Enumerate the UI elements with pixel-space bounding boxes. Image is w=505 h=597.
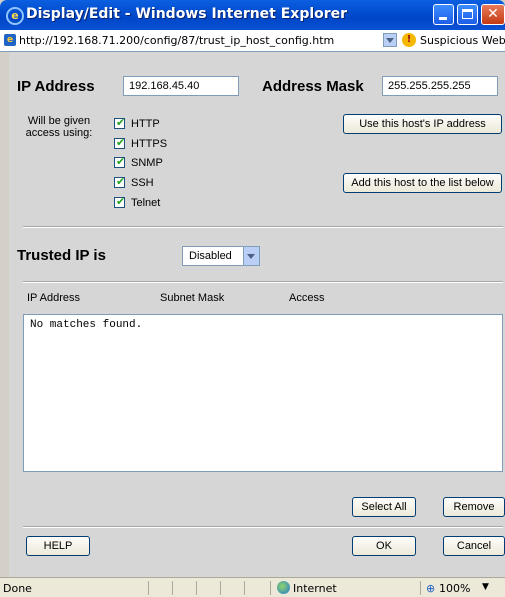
address-bar: e http://192.168.71.200/config/87/trust_… (0, 30, 505, 52)
telnet-label: Telnet (131, 197, 161, 209)
select-all-button[interactable]: Select All (352, 497, 416, 517)
access-label: Will be given access using: (25, 115, 93, 139)
address-dropdown-button[interactable] (383, 33, 397, 47)
snmp-checkbox[interactable]: ✔ (114, 155, 126, 168)
zoom-dropdown-icon[interactable]: ▼ (482, 582, 489, 592)
ie-logo-icon: e (6, 7, 24, 25)
checkmark-icon: ✔ (116, 155, 126, 168)
close-icon: ✕ (487, 6, 499, 22)
trusted-ip-list[interactable]: No matches found. (23, 314, 503, 472)
use-host-ip-button[interactable]: Use this host's IP address (343, 114, 502, 134)
ssh-checkbox[interactable]: ✔ (114, 175, 126, 188)
status-divider (148, 581, 149, 595)
warning-shield-icon[interactable]: ! (402, 33, 416, 47)
status-divider (196, 581, 197, 595)
ssh-label: SSH (131, 177, 154, 189)
https-label: HTTPS (131, 138, 168, 150)
https-checkbox[interactable]: ✔ (114, 136, 126, 149)
security-status[interactable]: Suspicious Website (420, 34, 505, 47)
title-bar: e Display/Edit - Windows Internet Explor… (0, 0, 505, 30)
zoom-icon[interactable]: ⊕ (426, 582, 435, 595)
internet-zone-icon (277, 581, 290, 594)
status-divider (172, 581, 173, 595)
ip-address-label: IP Address (17, 78, 95, 95)
checkmark-icon: ✔ (116, 116, 126, 129)
status-divider (220, 581, 221, 595)
empty-list-message: No matches found. (30, 319, 143, 331)
dialog-content: IP Address 192.168.45.40 Address Mask 25… (9, 52, 505, 577)
maximize-button[interactable] (457, 4, 478, 25)
status-text: Done (3, 582, 32, 595)
trusted-ip-value: Disabled (189, 250, 232, 262)
http-checkbox[interactable]: ✔ (114, 116, 126, 129)
http-label: HTTP (131, 118, 160, 130)
checkmark-icon: ✔ (116, 175, 126, 188)
cancel-button[interactable]: Cancel (443, 536, 505, 556)
maximize-icon (462, 9, 473, 19)
status-divider (244, 581, 245, 595)
column-header-subnet-mask[interactable]: Subnet Mask (160, 292, 224, 304)
select-dropdown-button[interactable] (243, 247, 259, 265)
url-text[interactable]: http://192.168.71.200/config/87/trust_ip… (19, 34, 334, 47)
checkmark-icon: ✔ (116, 136, 126, 149)
telnet-checkbox[interactable]: ✔ (114, 195, 126, 208)
status-bar: Done Internet ⊕ 100% ▼ (0, 577, 505, 597)
minimize-button[interactable] (433, 4, 454, 25)
section-divider (23, 226, 503, 228)
address-mask-field[interactable]: 255.255.255.255 (382, 76, 498, 96)
section-divider (23, 526, 503, 528)
status-divider (420, 581, 421, 595)
minimize-icon (439, 17, 447, 20)
page-icon: e (4, 34, 16, 46)
snmp-label: SNMP (131, 157, 163, 169)
close-button[interactable]: ✕ (481, 4, 505, 25)
status-divider (270, 581, 271, 595)
ok-button[interactable]: OK (352, 536, 416, 556)
address-mask-label: Address Mask (262, 78, 364, 95)
chevron-down-icon (386, 38, 394, 43)
help-button[interactable]: HELP (26, 536, 90, 556)
checkmark-icon: ✔ (116, 195, 126, 208)
ip-address-field[interactable]: 192.168.45.40 (123, 76, 239, 96)
remove-button[interactable]: Remove (443, 497, 505, 517)
column-header-access[interactable]: Access (289, 292, 324, 304)
trusted-ip-label: Trusted IP is (17, 247, 106, 264)
section-divider (23, 281, 503, 283)
zoom-level[interactable]: 100% (439, 582, 470, 595)
chevron-down-icon (247, 254, 255, 259)
column-header-ip-address[interactable]: IP Address (27, 292, 80, 304)
security-zone[interactable]: Internet (293, 582, 337, 595)
window-title: Display/Edit - Windows Internet Explorer (26, 6, 348, 22)
trusted-ip-select[interactable]: Disabled (182, 246, 260, 266)
add-host-button[interactable]: Add this host to the list below (343, 173, 502, 193)
